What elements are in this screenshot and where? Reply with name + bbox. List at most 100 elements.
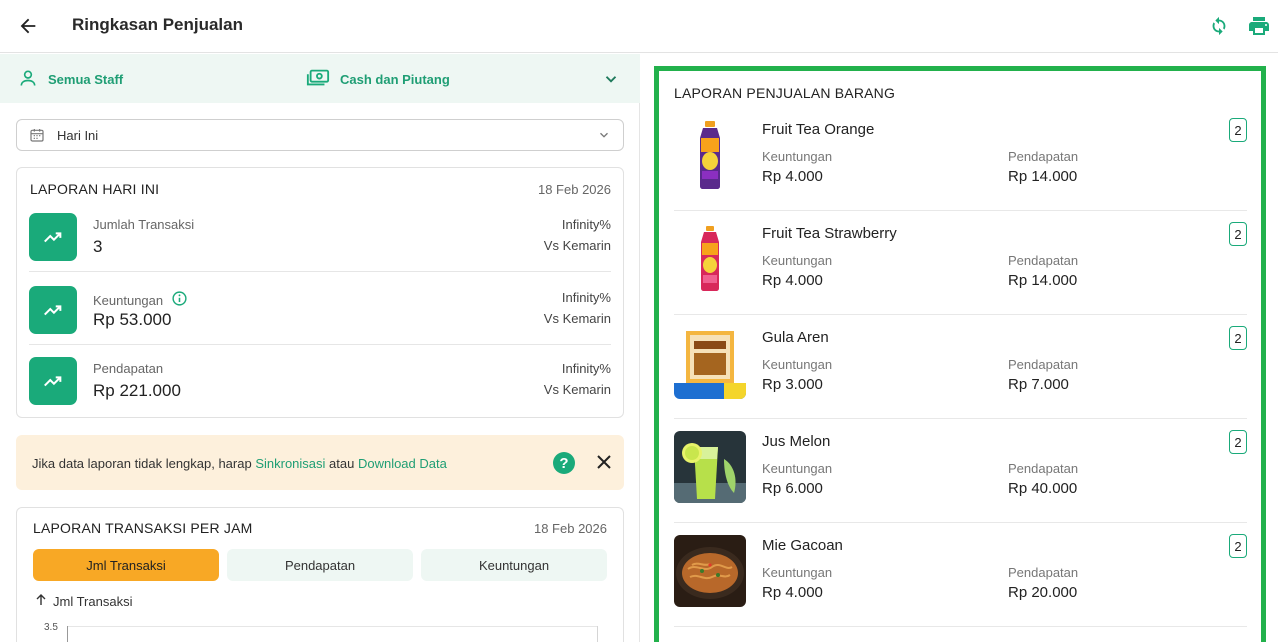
profit-value: Rp 4.000	[762, 168, 823, 185]
revenue-value: Rp 20.000	[1008, 584, 1078, 601]
list-item[interactable]: Mie Gacoan 2 Keuntungan Rp 4.000 Pendapa…	[674, 523, 1247, 627]
stat-change-percent: Infinity%	[561, 217, 611, 232]
chart-axis-title: Jml Transaksi	[35, 594, 132, 609]
list-item[interactable]: Fruit Tea Orange 2 Keuntungan Rp 4.000 P…	[674, 107, 1247, 211]
stat-value: 3	[93, 237, 103, 256]
close-icon[interactable]	[594, 452, 614, 472]
chevron-down-icon	[597, 128, 611, 145]
chart-y-axis	[67, 626, 68, 642]
hourly-report-date: 18 Feb 2026	[533, 521, 607, 536]
stat-value: Rp 53.000	[93, 310, 172, 329]
y-tick-label: 3.5	[44, 622, 58, 633]
filter-bar: Semua Staff Cash dan Piutang	[0, 54, 640, 103]
quantity-badge: 2	[1229, 222, 1247, 246]
product-name: Fruit Tea Orange	[762, 121, 875, 138]
stat-label: Keuntungan	[93, 292, 164, 308]
quantity-badge: 2	[1229, 430, 1247, 454]
calendar-icon	[29, 127, 45, 143]
stat-revenue: Pendapatan Rp 221.000 Infinity% Vs Kemar…	[29, 344, 611, 416]
revenue-value: Rp 7.000	[1008, 376, 1069, 393]
stat-change-percent: Infinity%	[561, 290, 611, 305]
stat-transactions: Jumlah Transaksi 3 Infinity% Vs Kemarin	[29, 200, 611, 272]
stat-change-percent: Infinity%	[561, 361, 611, 376]
revenue-label: Pendapatan	[1008, 357, 1079, 372]
help-icon[interactable]: ?	[553, 452, 575, 474]
revenue-label: Pendapatan	[1008, 149, 1079, 164]
page-title: Ringkasan Penjualan	[72, 15, 243, 34]
money-icon	[306, 68, 330, 91]
download-data-link[interactable]: Download Data	[358, 456, 447, 471]
tab-transaction-count[interactable]: Jml Transaksi	[33, 549, 219, 581]
product-name: Jus Melon	[762, 433, 831, 450]
chart-gridline	[67, 626, 597, 627]
chart-right-edge	[597, 626, 598, 642]
notice-text-before: Jika data laporan tidak lengkap, harap	[32, 456, 256, 471]
profit-label: Keuntungan	[762, 357, 833, 372]
list-item[interactable]: Fruit Tea Strawberry 2 Keuntungan Rp 4.0…	[674, 211, 1247, 315]
staff-filter[interactable]: Semua Staff	[18, 68, 123, 91]
revenue-value: Rp 14.000	[1008, 272, 1078, 289]
hourly-report-title: LAPORAN TRANSAKSI PER JAM	[33, 520, 253, 536]
stat-label: Pendapatan	[93, 361, 164, 376]
sync-notice: Jika data laporan tidak lengkap, harap S…	[16, 435, 624, 490]
profit-label: Keuntungan	[762, 565, 833, 580]
profit-value: Rp 6.000	[762, 480, 823, 497]
product-image	[674, 223, 746, 295]
arrow-left-icon[interactable]	[14, 12, 42, 40]
stat-compare-label: Vs Kemarin	[543, 382, 611, 397]
trending-up-icon	[29, 213, 77, 261]
product-image	[674, 327, 746, 399]
revenue-value: Rp 14.000	[1008, 168, 1078, 185]
summary-panel: Semua Staff Cash dan Piutang Hari Ini LA…	[0, 54, 640, 642]
item-sales-title: LAPORAN PENJUALAN BARANG	[674, 85, 896, 101]
item-sales-report: LAPORAN PENJUALAN BARANG Fruit Tea Orang…	[654, 66, 1266, 642]
payment-filter[interactable]: Cash dan Piutang	[306, 68, 450, 91]
profit-label: Keuntungan	[762, 461, 833, 476]
stat-label: Jumlah Transaksi	[93, 217, 195, 232]
product-image	[674, 431, 746, 503]
chevron-down-icon[interactable]	[602, 70, 620, 93]
tab-revenue[interactable]: Pendapatan	[227, 549, 413, 581]
stat-label-row: Keuntungan	[93, 290, 188, 310]
profit-label: Keuntungan	[762, 253, 833, 268]
list-item[interactable]: Gula Aren 2 Keuntungan Rp 3.000 Pendapat…	[674, 315, 1247, 419]
quantity-badge: 2	[1229, 326, 1247, 350]
revenue-label: Pendapatan	[1008, 461, 1079, 476]
product-name: Gula Aren	[762, 329, 829, 346]
product-image	[674, 535, 746, 607]
chart-axis-title-text: Jml Transaksi	[53, 594, 133, 609]
trending-up-icon	[29, 286, 77, 334]
trending-up-icon	[29, 357, 77, 405]
stat-compare-label: Vs Kemarin	[543, 238, 611, 253]
sync-link[interactable]: Sinkronisasi	[255, 456, 325, 471]
product-name: Mie Gacoan	[762, 537, 843, 554]
printer-icon[interactable]	[1246, 13, 1272, 39]
stat-compare-label: Vs Kemarin	[543, 311, 611, 326]
date-range-select[interactable]: Hari Ini	[16, 119, 624, 151]
profit-value: Rp 4.000	[762, 272, 823, 289]
refresh-icon[interactable]	[1206, 13, 1232, 39]
top-app-bar: Ringkasan Penjualan	[0, 0, 1278, 53]
list-item[interactable]: Jus Melon 2 Keuntungan Rp 6.000 Pendapat…	[674, 419, 1247, 523]
person-icon	[18, 68, 38, 91]
quantity-badge: 2	[1229, 118, 1247, 142]
today-report-title: LAPORAN HARI INI	[30, 181, 160, 197]
date-range-value: Hari Ini	[57, 127, 99, 143]
stat-value: Rp 221.000	[93, 381, 181, 400]
stat-profit: Keuntungan Rp 53.000 Infinity% Vs Kemari…	[29, 273, 611, 345]
today-report-card: LAPORAN HARI INI 18 Feb 2026 Jumlah Tran…	[16, 167, 624, 418]
staff-filter-label: Semua Staff	[48, 72, 124, 87]
revenue-value: Rp 40.000	[1008, 480, 1078, 497]
info-icon[interactable]	[171, 290, 188, 310]
product-image	[674, 119, 746, 191]
payment-filter-label: Cash dan Piutang	[340, 72, 450, 87]
profit-value: Rp 4.000	[762, 584, 823, 601]
profit-value: Rp 3.000	[762, 376, 823, 393]
today-report-date: 18 Feb 2026	[537, 182, 611, 197]
notice-text-mid: atau	[325, 456, 358, 471]
revenue-label: Pendapatan	[1008, 253, 1079, 268]
quantity-badge: 2	[1229, 534, 1247, 558]
tab-profit[interactable]: Keuntungan	[421, 549, 607, 581]
profit-label: Keuntungan	[762, 149, 833, 164]
product-name: Fruit Tea Strawberry	[762, 225, 897, 242]
